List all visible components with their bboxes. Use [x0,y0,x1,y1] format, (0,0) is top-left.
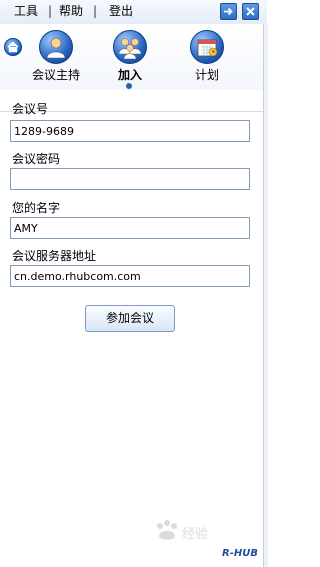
menu-tools[interactable]: 工具 [14,3,38,19]
active-tab-indicator [126,83,132,89]
tab-schedule[interactable] [190,30,224,64]
meeting-id-label: 会议号 [12,102,49,116]
pin-arrow-button[interactable] [220,3,237,20]
menu-logout[interactable]: 登出 [109,3,133,19]
meeting-server-label: 会议服务器地址 [12,249,97,263]
tab-join-label: 加入 [118,68,143,82]
menu-separator: | [48,4,53,18]
meeting-password-input[interactable] [10,168,250,190]
arrow-right-icon [224,7,233,16]
schedule-calendar-icon [197,39,218,57]
menu-separator: | [93,4,98,18]
your-name-input[interactable] [10,217,250,239]
meeting-id-input[interactable] [10,120,250,142]
tab-host-label: 会议主持 [32,68,81,82]
svg-text:经验: 经验 [182,526,208,542]
host-meeting-icon [46,37,66,59]
window-edge [263,24,268,567]
join-meeting-icon [118,38,142,59]
home-icon [7,41,19,53]
your-name-label: 您的名字 [12,201,61,215]
meeting-password-label: 会议密码 [12,152,61,166]
tab-strip: 会议主持 加入 计划 [0,24,267,112]
close-icon [246,7,255,16]
tab-host-meeting[interactable] [39,30,73,64]
join-meeting-button[interactable]: 参加会议 [85,305,175,332]
top-menu-bar: 工具 | 帮助 | 登出 [0,0,267,25]
tab-schedule-label: 计划 [195,68,220,82]
menu-help[interactable]: 帮助 [59,3,83,19]
home-button[interactable] [4,38,22,56]
meeting-server-input[interactable] [10,265,250,287]
tab-join[interactable] [113,30,147,64]
rhub-logo: R-HUB [222,548,258,559]
watermark-logo: 经验 [150,518,240,548]
close-button[interactable] [242,3,259,20]
